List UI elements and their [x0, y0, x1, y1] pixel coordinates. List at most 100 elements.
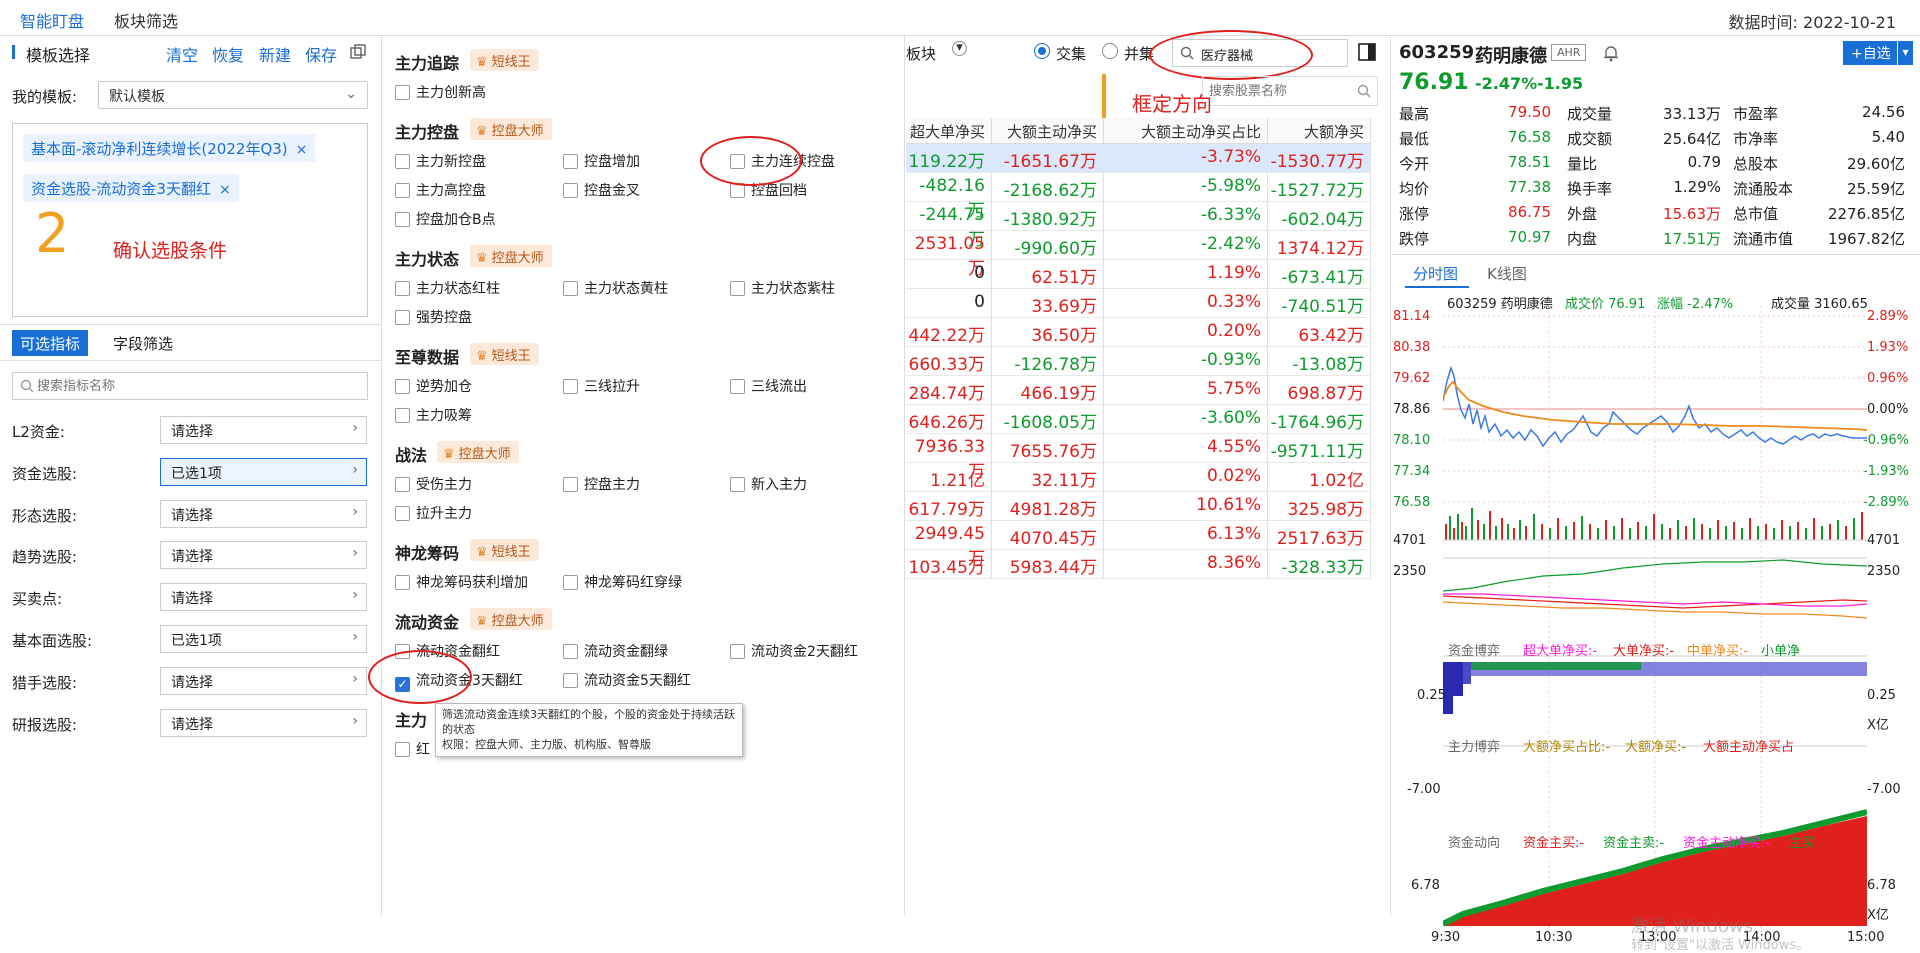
filter-select[interactable]: 请选择 › [160, 500, 367, 528]
clear-button[interactable]: 清空 [166, 42, 198, 66]
table-cell[interactable]: 2531.05万 [906, 231, 992, 279]
table-cell[interactable]: 62.51万 [992, 260, 1104, 289]
table-cell[interactable]: -2168.62万 [992, 173, 1104, 202]
tab-optional-indicators[interactable]: 可选指标 [12, 330, 89, 356]
table-cell[interactable]: -328.33万 [1268, 550, 1371, 579]
table-cell[interactable]: -1380.92万 [992, 202, 1104, 231]
tab-smart-watch[interactable]: 智能盯盘 [13, 8, 91, 42]
table-cell[interactable]: -1530.77万 [1268, 144, 1371, 173]
checkbox-item[interactable]: 主力状态紫柱 [730, 278, 835, 298]
checkbox[interactable] [730, 379, 745, 394]
table-cell[interactable]: 1.02亿 [1268, 463, 1371, 492]
radio-union[interactable] [1102, 43, 1118, 59]
table-cell[interactable]: -990.60万 [992, 231, 1104, 260]
table-cell[interactable]: 4981.28万 [992, 492, 1104, 521]
filter-select[interactable]: 请选择 › [160, 416, 367, 444]
checkbox[interactable] [395, 212, 410, 227]
checkbox-item[interactable]: 三线拉升 [563, 376, 640, 396]
save-button[interactable]: 保存 [305, 42, 337, 66]
table-cell[interactable]: -1527.72万 [1268, 173, 1371, 202]
checkbox-item[interactable]: 神龙筹码获利增加 [395, 572, 528, 592]
checkbox-item[interactable]: 主力吸筹 [395, 405, 472, 425]
tab-field-filter[interactable]: 字段筛选 [113, 333, 173, 354]
table-cell[interactable]: 0.33% [1104, 289, 1268, 318]
table-cell[interactable]: 0 [906, 260, 992, 289]
checkbox[interactable] [395, 154, 410, 169]
table-cell[interactable]: 0.02% [1104, 463, 1268, 492]
column-header[interactable]: 大额主动净买 [992, 118, 1104, 144]
checkbox[interactable] [395, 281, 410, 296]
checkbox-item[interactable]: 控盘主力 [563, 474, 640, 494]
table-cell[interactable]: -740.51万 [1268, 289, 1371, 318]
checkbox[interactable] [395, 742, 410, 757]
chevron-down-icon[interactable]: ▾ [1897, 41, 1913, 65]
table-cell[interactable]: -1651.67万 [992, 144, 1104, 173]
table-cell[interactable]: -1764.96万 [1268, 405, 1371, 434]
table-cell[interactable]: -3.73% [1104, 144, 1268, 173]
add-watchlist-button[interactable]: +自选 [1843, 41, 1899, 65]
new-button[interactable]: 新建 [259, 42, 291, 66]
table-cell[interactable]: 284.74万 [906, 376, 992, 405]
checkbox[interactable] [395, 379, 410, 394]
column-header[interactable]: 大额净买 [1268, 118, 1371, 144]
table-cell[interactable]: -9571.11万 [1268, 434, 1371, 463]
checkbox[interactable] [563, 154, 578, 169]
checkbox-item[interactable]: 受伤主力 [395, 474, 472, 494]
checkbox[interactable] [563, 379, 578, 394]
table-cell[interactable]: 1.19% [1104, 260, 1268, 289]
checkbox[interactable] [563, 673, 578, 688]
table-cell[interactable]: 119.22万 [906, 144, 992, 173]
checkbox[interactable] [395, 408, 410, 423]
checkbox-item[interactable]: 新入主力 [730, 474, 807, 494]
indicator-search-box[interactable] [12, 372, 368, 400]
table-cell[interactable]: -6.33% [1104, 202, 1268, 231]
checkbox-item[interactable]: 主力新控盘 [395, 151, 486, 171]
table-cell[interactable]: 442.22万 [906, 318, 992, 347]
table-cell[interactable]: 63.42万 [1268, 318, 1371, 347]
checkbox[interactable] [563, 477, 578, 492]
tab-kline[interactable]: K线图 [1487, 263, 1527, 284]
table-cell[interactable]: -673.41万 [1268, 260, 1371, 289]
dropdown-icon[interactable]: ▾ [952, 41, 967, 56]
table-cell[interactable]: 8.36% [1104, 550, 1268, 579]
table-cell[interactable]: 1.21亿 [906, 463, 992, 492]
radio-intersect[interactable] [1034, 43, 1050, 59]
tab-intraday[interactable]: 分时图 [1413, 263, 1458, 284]
checkbox-item[interactable]: 控盘金叉 [563, 180, 640, 200]
table-cell[interactable]: -602.04万 [1268, 202, 1371, 231]
table-cell[interactable]: 4070.45万 [992, 521, 1104, 550]
stock-search-input[interactable] [1209, 82, 1349, 100]
table-cell[interactable]: 5.75% [1104, 376, 1268, 405]
table-cell[interactable]: 0 [906, 289, 992, 318]
checkbox-item[interactable]: 主力创新高 [395, 82, 486, 102]
table-cell[interactable]: 5983.44万 [992, 550, 1104, 579]
checkbox-item[interactable]: 流动资金翻绿 [563, 641, 668, 661]
copy-icon[interactable] [350, 44, 366, 60]
filter-select[interactable]: 已选1项 › [160, 625, 367, 653]
table-cell[interactable]: -0.93% [1104, 347, 1268, 376]
checkbox[interactable] [563, 575, 578, 590]
stock-search-box[interactable] [1202, 76, 1378, 106]
filter-select[interactable]: 请选择 › [160, 583, 367, 611]
column-header[interactable]: 大额主动净买占比 [1104, 118, 1268, 144]
table-cell[interactable]: 6.13% [1104, 521, 1268, 550]
table-cell[interactable]: 466.19万 [992, 376, 1104, 405]
checkbox-item[interactable]: 强势控盘 [395, 307, 472, 327]
checkbox-item[interactable]: 主力状态黄柱 [563, 278, 668, 298]
table-cell[interactable]: 10.61% [1104, 492, 1268, 521]
my-template-select[interactable]: 默认模板 ⌄ [98, 81, 368, 109]
table-cell[interactable]: 103.45万 [906, 550, 992, 579]
table-cell[interactable]: 7655.76万 [992, 434, 1104, 463]
ahr-tag[interactable]: AHR [1551, 44, 1587, 61]
tab-sector-filter[interactable]: 板块筛选 [114, 8, 178, 32]
checkbox[interactable] [563, 183, 578, 198]
bell-icon[interactable] [1603, 44, 1619, 62]
filter-select[interactable]: 请选择 › [160, 541, 367, 569]
checkbox-item[interactable]: 流动资金2天翻红 [730, 641, 858, 661]
checkbox-item[interactable]: 逆势加仓 [395, 376, 472, 396]
close-icon[interactable]: × [296, 142, 308, 158]
checkbox[interactable] [563, 281, 578, 296]
checkbox-item[interactable]: 拉升主力 [395, 503, 472, 523]
checkbox-item[interactable]: 红 [395, 739, 430, 759]
checkbox-item[interactable]: 流动资金5天翻红 [563, 670, 691, 690]
